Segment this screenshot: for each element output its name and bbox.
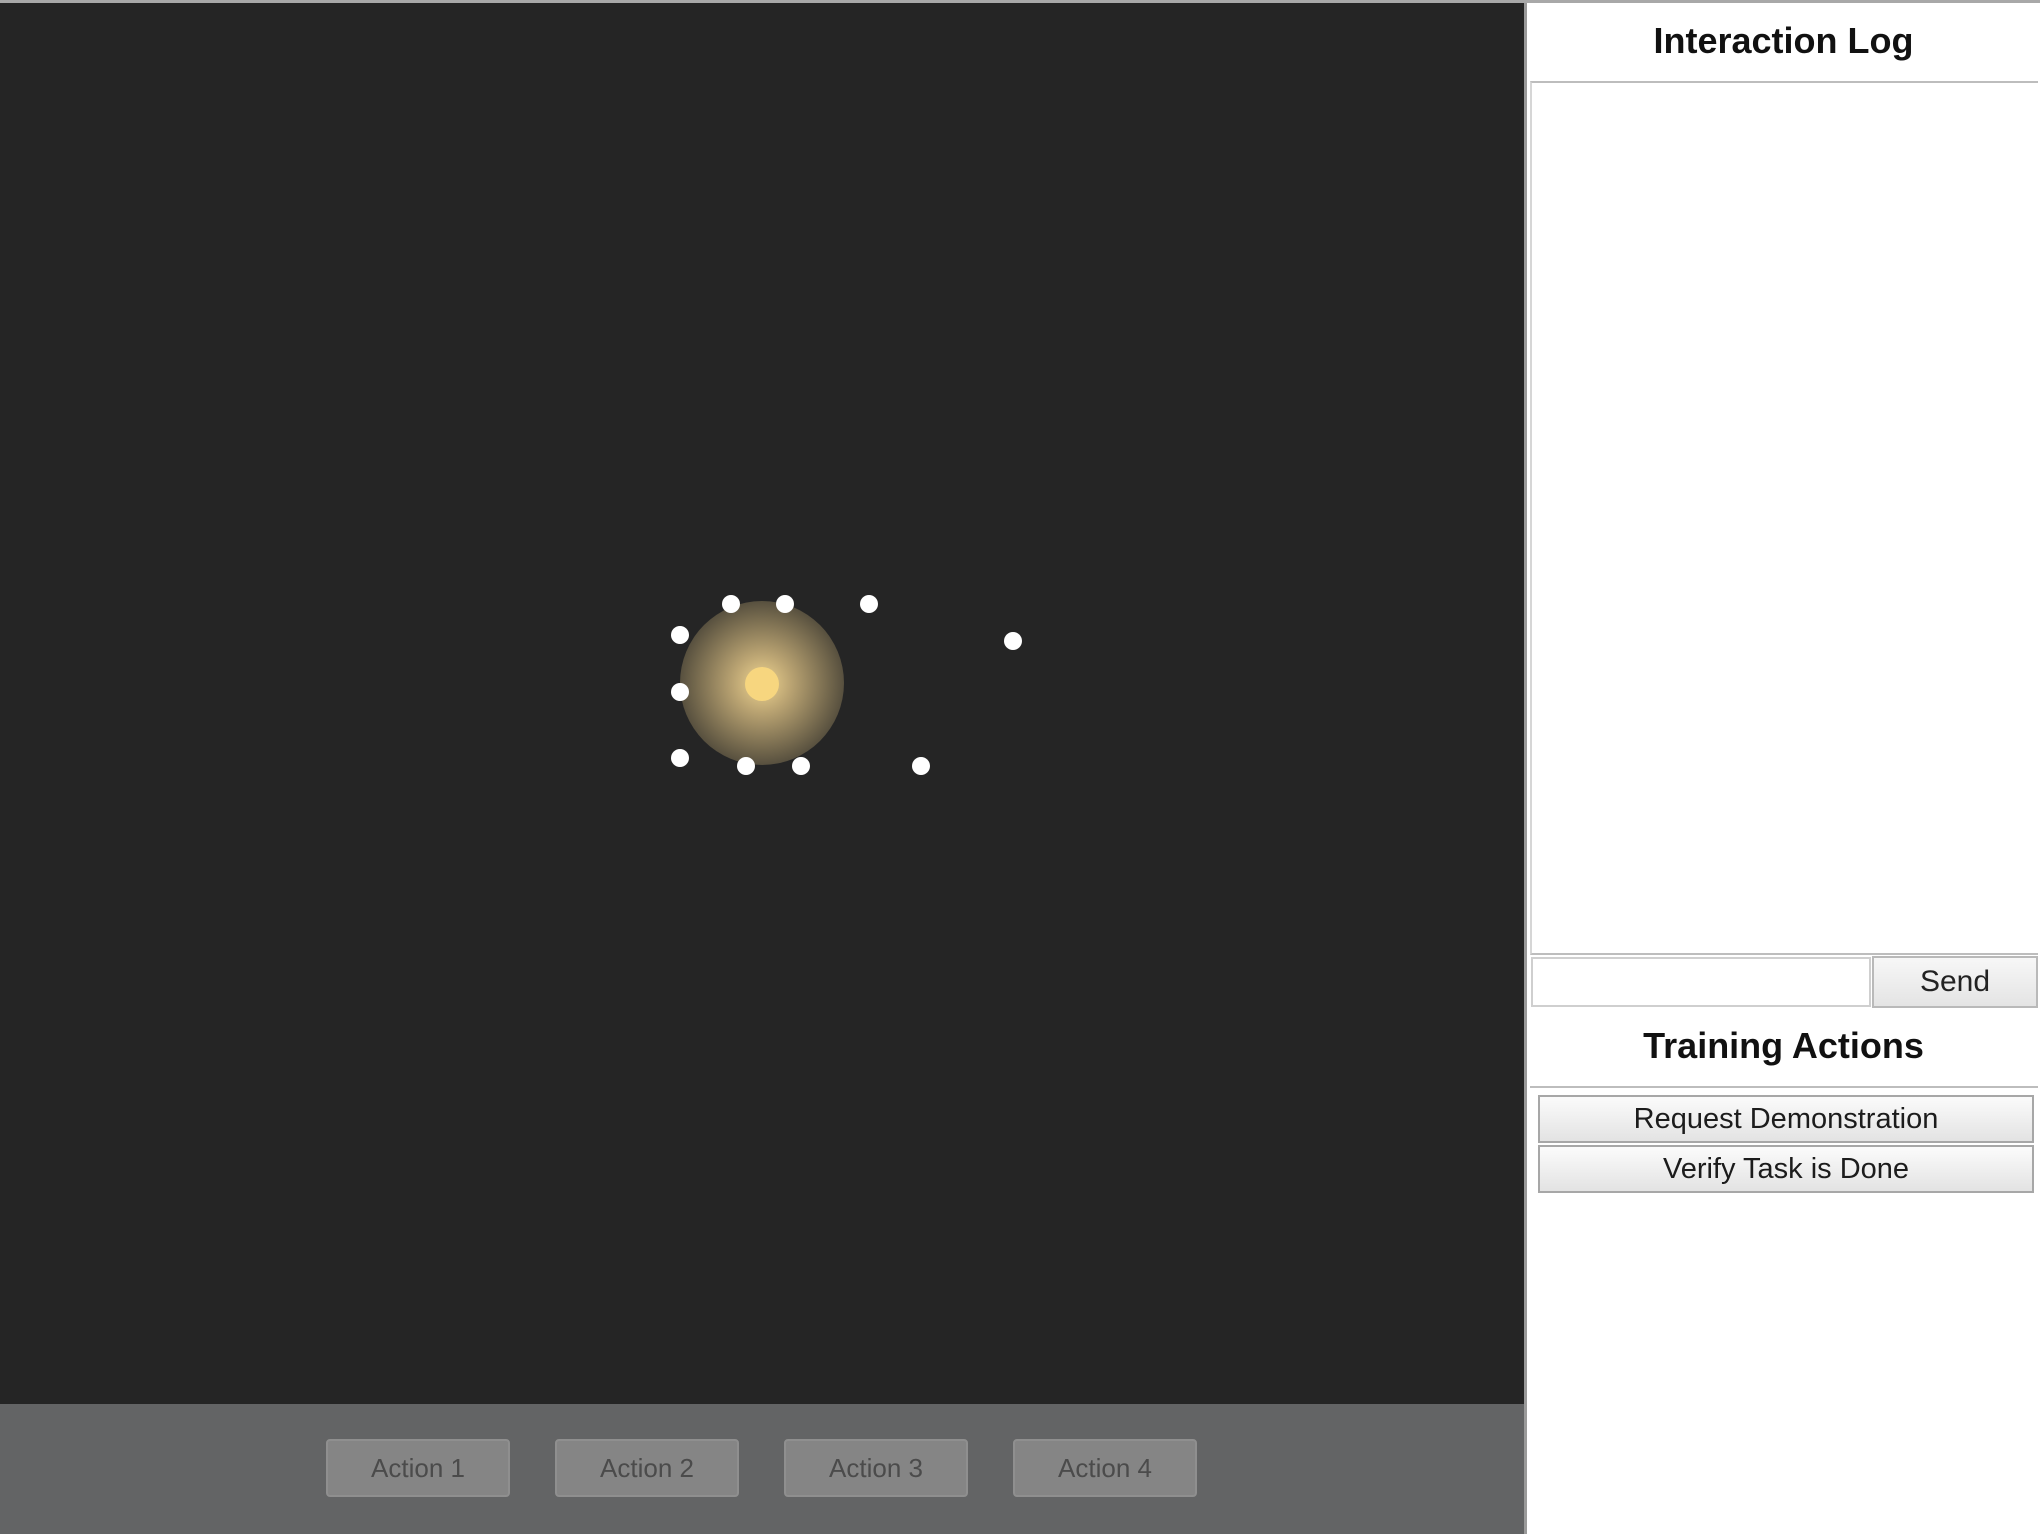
action-4-button[interactable]: Action 4 <box>1013 1439 1197 1497</box>
divider <box>1530 1086 2038 1088</box>
agent <box>745 667 779 701</box>
target-dot <box>671 749 689 767</box>
game-area[interactable]: Action 1 Action 2 Action 3 Action 4 <box>0 3 1527 1534</box>
log-title: Interaction Log <box>1653 20 1914 61</box>
training-title: Training Actions <box>1643 1025 1924 1066</box>
action-1-button[interactable]: Action 1 <box>326 1439 510 1497</box>
target-dot <box>912 757 930 775</box>
verify-task-done-button[interactable]: Verify Task is Done <box>1538 1145 2034 1193</box>
action-bar: Action 1 Action 2 Action 3 Action 4 <box>0 1404 1524 1534</box>
target-dot <box>671 683 689 701</box>
target-dot <box>722 595 740 613</box>
target-dot <box>860 595 878 613</box>
target-dot <box>671 626 689 644</box>
target-dot <box>1004 632 1022 650</box>
target-dot <box>776 595 794 613</box>
target-dot <box>737 757 755 775</box>
interaction-log[interactable] <box>1530 81 2038 955</box>
app-root: Action 1 Action 2 Action 3 Action 4 Inte… <box>0 0 2040 1534</box>
request-demonstration-button[interactable]: Request Demonstration <box>1538 1095 2034 1143</box>
side-panel: Interaction Log Send Training Actions Re… <box>1527 3 2040 1534</box>
message-input[interactable] <box>1531 957 1871 1007</box>
target-dot <box>792 757 810 775</box>
send-button[interactable]: Send <box>1872 956 2038 1008</box>
action-3-button[interactable]: Action 3 <box>784 1439 968 1497</box>
action-2-button[interactable]: Action 2 <box>555 1439 739 1497</box>
